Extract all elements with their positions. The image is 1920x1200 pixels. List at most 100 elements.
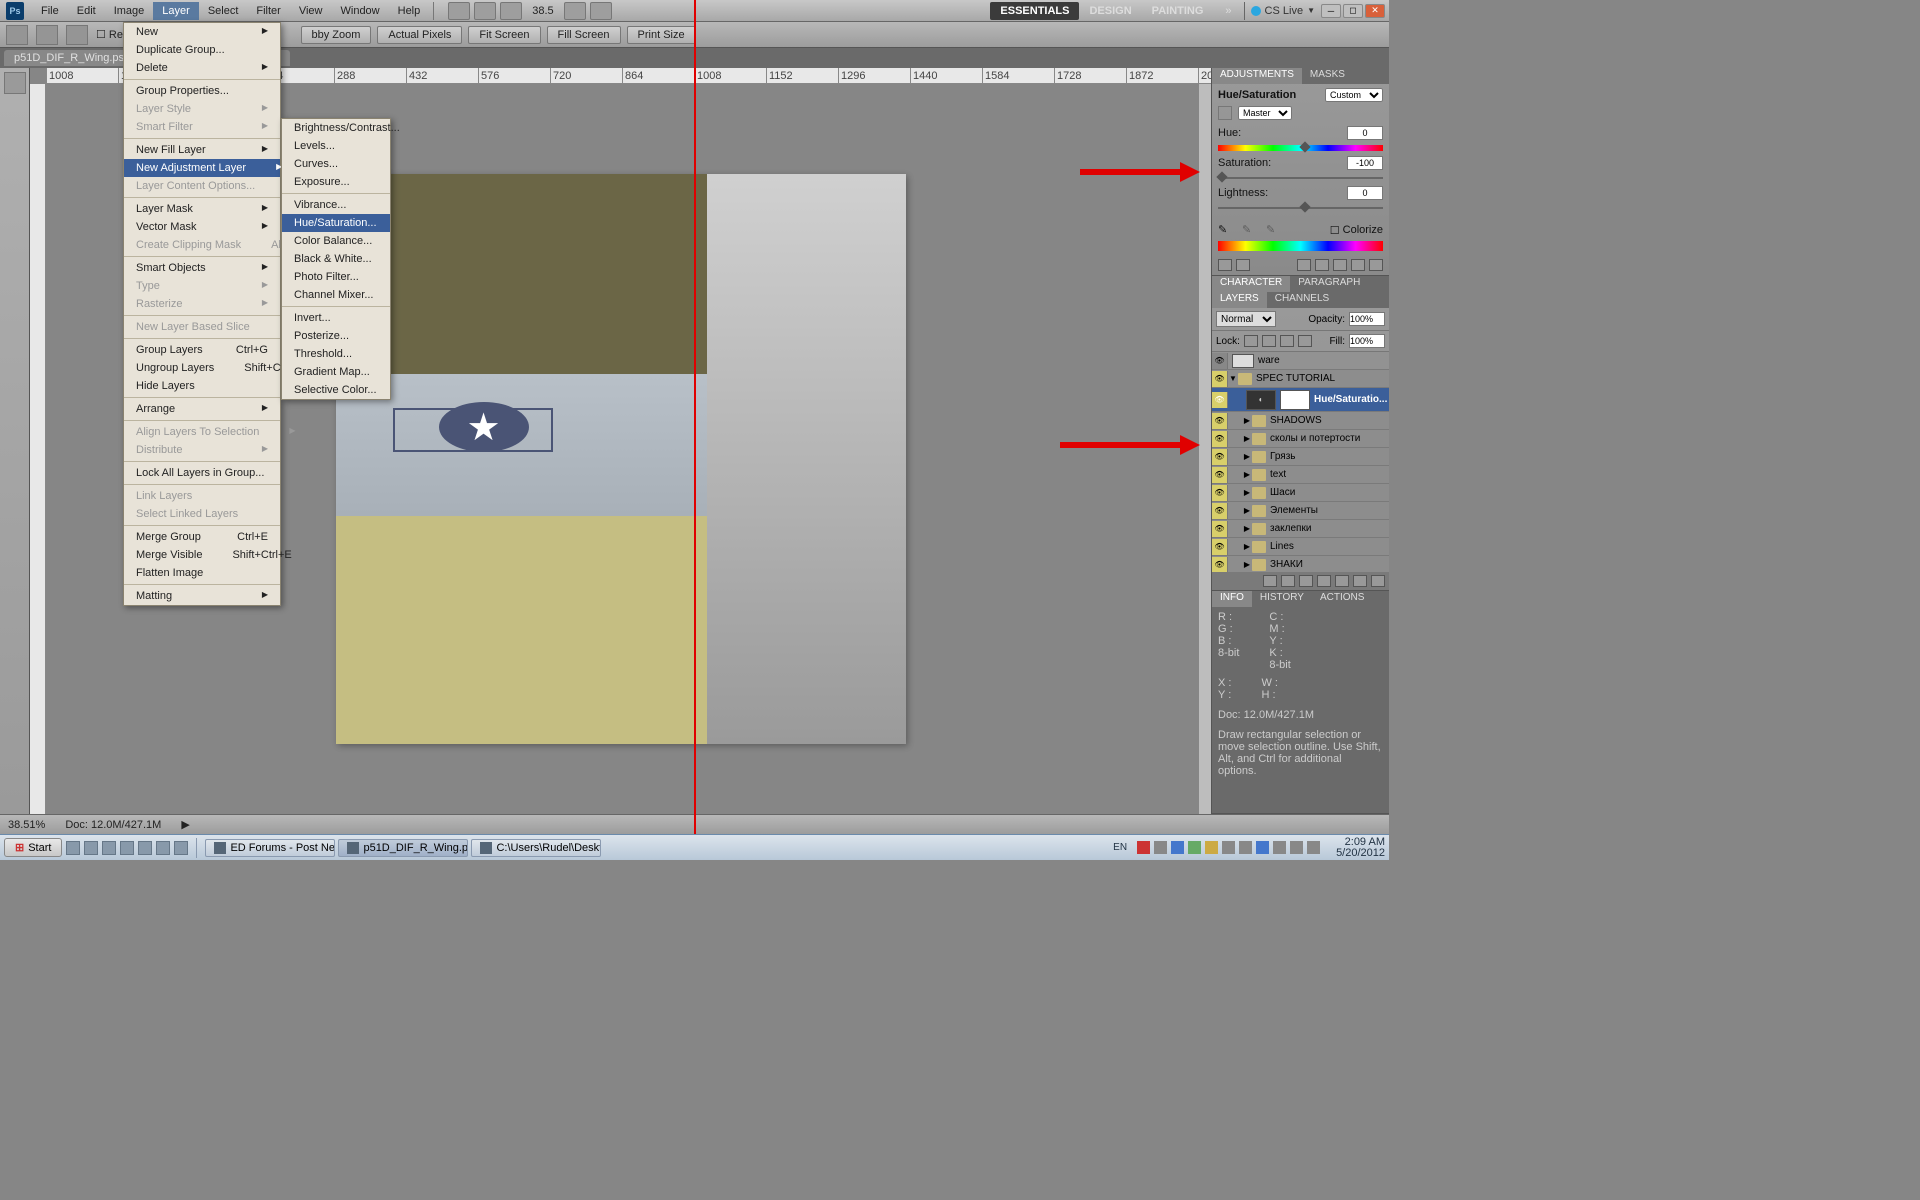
new-group-icon[interactable] bbox=[1317, 575, 1331, 587]
eyedropper-minus-icon[interactable]: ✎ bbox=[1266, 223, 1280, 237]
workspace-painting[interactable]: PAINTING bbox=[1142, 2, 1214, 20]
option-button[interactable]: Print Size bbox=[627, 26, 696, 44]
option-button[interactable]: Fit Screen bbox=[468, 26, 540, 44]
zoom-in-icon[interactable] bbox=[36, 25, 58, 45]
layer-row[interactable]: ▶сколы и потертости bbox=[1212, 430, 1389, 448]
fill-input[interactable] bbox=[1349, 334, 1385, 348]
return-arrow-icon[interactable] bbox=[1218, 259, 1232, 271]
layer-row[interactable]: ▶text bbox=[1212, 466, 1389, 484]
taskbar-button[interactable]: C:\Users\Rudel\Desktop\... bbox=[471, 839, 601, 857]
window-minimize-button[interactable]: ─ bbox=[1321, 4, 1341, 18]
menu-item[interactable]: Selective Color... bbox=[282, 381, 390, 399]
menu-select[interactable]: Select bbox=[199, 2, 248, 20]
cs-live-button[interactable]: CS Live ▼ bbox=[1251, 5, 1315, 17]
current-tool-icon[interactable] bbox=[6, 25, 28, 45]
menu-item[interactable]: Photo Filter... bbox=[282, 268, 390, 286]
menu-item[interactable]: Smart Objects bbox=[124, 259, 280, 277]
tab-info[interactable]: INFO bbox=[1212, 591, 1252, 607]
window-close-button[interactable]: ✕ bbox=[1365, 4, 1385, 18]
tab-masks[interactable]: MASKS bbox=[1302, 68, 1353, 84]
expand-arrow-icon[interactable]: ▶ bbox=[1242, 560, 1252, 569]
tab-actions[interactable]: ACTIONS bbox=[1312, 591, 1372, 607]
quicklaunch-icon[interactable] bbox=[138, 841, 152, 855]
menu-item[interactable]: New Fill Layer bbox=[124, 141, 280, 159]
layer-visibility-icon[interactable] bbox=[1212, 485, 1228, 501]
menu-item[interactable]: Hide Layers bbox=[124, 377, 280, 395]
tray-icon[interactable] bbox=[1307, 841, 1320, 854]
tray-icon[interactable] bbox=[1171, 841, 1184, 854]
toggle-visibility-icon[interactable] bbox=[1351, 259, 1365, 271]
eyedropper-plus-icon[interactable]: ✎ bbox=[1242, 223, 1256, 237]
lock-image-icon[interactable] bbox=[1262, 335, 1276, 347]
expand-arrow-icon[interactable]: ▼ bbox=[1228, 374, 1238, 383]
layer-style-icon[interactable] bbox=[1281, 575, 1295, 587]
menu-item[interactable]: Black & White... bbox=[282, 250, 390, 268]
tray-icon[interactable] bbox=[1273, 841, 1286, 854]
menu-item[interactable]: Merge VisibleShift+Ctrl+E bbox=[124, 546, 280, 564]
layer-row[interactable]: ▶SHADOWS bbox=[1212, 412, 1389, 430]
menu-item[interactable]: Vector Mask bbox=[124, 218, 280, 236]
expand-arrow-icon[interactable]: ▶ bbox=[1242, 434, 1252, 443]
menu-item[interactable]: Group Properties... bbox=[124, 82, 280, 100]
menu-item[interactable]: Matting bbox=[124, 587, 280, 605]
option-button[interactable]: Actual Pixels bbox=[377, 26, 462, 44]
tab-character[interactable]: CHARACTER bbox=[1212, 276, 1290, 292]
expand-arrow-icon[interactable]: ▶ bbox=[1242, 416, 1252, 425]
layer-visibility-icon[interactable] bbox=[1212, 449, 1228, 465]
saturation-input[interactable] bbox=[1347, 156, 1383, 170]
menu-item[interactable]: Posterize... bbox=[282, 327, 390, 345]
menu-item[interactable]: Flatten Image bbox=[124, 564, 280, 582]
menu-filter[interactable]: Filter bbox=[247, 2, 289, 20]
layer-row[interactable]: ware bbox=[1212, 352, 1389, 370]
quicklaunch-icon[interactable] bbox=[84, 841, 98, 855]
status-doc-size[interactable]: Doc: 12.0M/427.1M bbox=[65, 819, 161, 831]
tray-icon[interactable] bbox=[1137, 841, 1150, 854]
arrange-docs-icon[interactable] bbox=[564, 2, 586, 20]
delete-adjustment-icon[interactable] bbox=[1369, 259, 1383, 271]
quicklaunch-icon[interactable] bbox=[102, 841, 116, 855]
status-zoom[interactable]: 38.51% bbox=[8, 819, 45, 831]
workspace-design[interactable]: DESIGN bbox=[1079, 2, 1141, 20]
menu-item[interactable]: Arrange bbox=[124, 400, 280, 418]
menu-item[interactable]: Exposure... bbox=[282, 173, 390, 191]
layer-row[interactable]: ▶ЗНАКИ bbox=[1212, 556, 1389, 572]
menu-file[interactable]: File bbox=[32, 2, 68, 20]
menu-help[interactable]: Help bbox=[389, 2, 430, 20]
menu-item[interactable]: Curves... bbox=[282, 155, 390, 173]
menu-item[interactable]: Brightness/Contrast... bbox=[282, 119, 390, 137]
menu-window[interactable]: Window bbox=[332, 2, 389, 20]
expand-view-icon[interactable] bbox=[1236, 259, 1250, 271]
tray-icon[interactable] bbox=[1154, 841, 1167, 854]
minibridge-icon[interactable] bbox=[474, 2, 496, 20]
layer-row[interactable]: ▶Lines bbox=[1212, 538, 1389, 556]
delete-layer-icon[interactable] bbox=[1371, 575, 1385, 587]
lightness-input[interactable] bbox=[1347, 186, 1383, 200]
expand-arrow-icon[interactable]: ▶ bbox=[1242, 488, 1252, 497]
menu-item[interactable]: Invert... bbox=[282, 309, 390, 327]
blend-mode-select[interactable]: Normal bbox=[1216, 311, 1276, 327]
saturation-slider[interactable] bbox=[1218, 173, 1383, 183]
channel-select[interactable]: Master bbox=[1238, 106, 1292, 120]
menu-item[interactable]: Gradient Map... bbox=[282, 363, 390, 381]
menu-item[interactable]: New bbox=[124, 23, 280, 41]
lock-all-icon[interactable] bbox=[1298, 335, 1312, 347]
new-adjustment-icon[interactable] bbox=[1335, 575, 1349, 587]
layer-mask-icon[interactable] bbox=[1299, 575, 1313, 587]
expand-arrow-icon[interactable]: ▶ bbox=[1242, 524, 1252, 533]
menu-item[interactable]: Duplicate Group... bbox=[124, 41, 280, 59]
colorize-checkbox[interactable]: ☐Colorize bbox=[1330, 224, 1383, 237]
previous-state-icon[interactable] bbox=[1315, 259, 1329, 271]
layer-visibility-icon[interactable] bbox=[1212, 539, 1228, 555]
menu-item[interactable]: Levels... bbox=[282, 137, 390, 155]
menu-item[interactable]: Threshold... bbox=[282, 345, 390, 363]
tray-icon[interactable] bbox=[1222, 841, 1235, 854]
expand-arrow-icon[interactable]: ▶ bbox=[1242, 542, 1252, 551]
lock-transparency-icon[interactable] bbox=[1244, 335, 1258, 347]
layer-row[interactable]: ▶Грязь bbox=[1212, 448, 1389, 466]
expand-arrow-icon[interactable]: ▶ bbox=[1242, 452, 1252, 461]
bridge-icon[interactable] bbox=[448, 2, 470, 20]
tab-layers[interactable]: LAYERS bbox=[1212, 292, 1267, 308]
menu-item[interactable]: Vibrance... bbox=[282, 196, 390, 214]
menu-item[interactable]: Ungroup LayersShift+Ctrl+G bbox=[124, 359, 280, 377]
layer-visibility-icon[interactable] bbox=[1212, 392, 1228, 408]
